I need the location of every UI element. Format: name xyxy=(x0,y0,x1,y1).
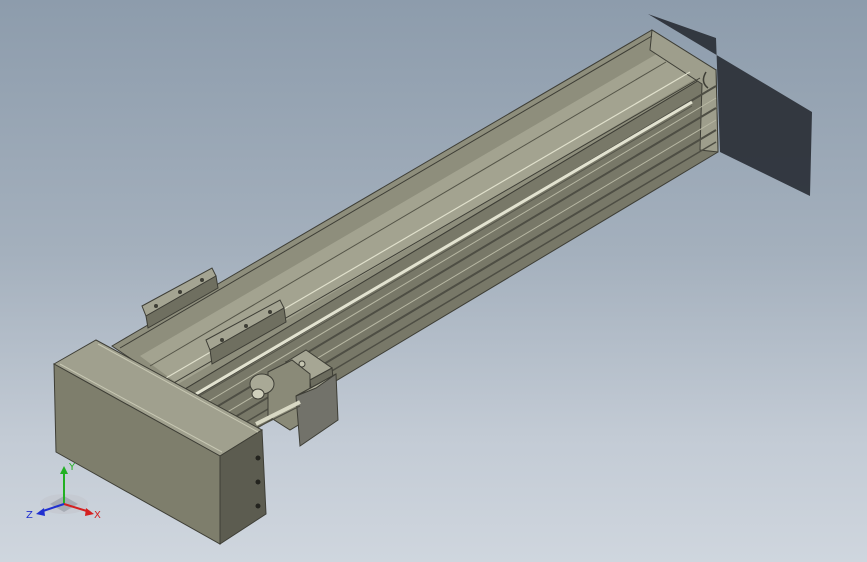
bracket-bolt-hole xyxy=(154,304,158,308)
y-axis-label: Y xyxy=(68,462,76,473)
linear-actuator-rail[interactable] xyxy=(111,29,719,449)
coupling-knob-center xyxy=(251,388,265,400)
z-axis-arrow-icon xyxy=(36,508,45,516)
x-axis-arrow-icon xyxy=(85,508,94,516)
model-scene[interactable] xyxy=(0,0,867,562)
x-axis-label: X xyxy=(94,510,101,521)
z-axis-label: Z xyxy=(26,510,33,521)
axis-triad: Y X Z xyxy=(26,462,101,521)
end-cap-hole xyxy=(255,455,261,461)
guide-rod xyxy=(195,100,693,396)
y-axis-arrow-icon xyxy=(60,466,68,474)
bracket-bolt-hole xyxy=(200,278,204,282)
bracket-bolt-hole xyxy=(268,310,272,314)
guide-rod xyxy=(195,105,693,399)
end-cap-hole xyxy=(255,503,261,509)
bracket-bolt-hole xyxy=(178,290,182,294)
bracket-bolt-hole xyxy=(244,324,248,328)
cad-viewport[interactable]: Y X Z xyxy=(0,0,867,562)
end-cap-hole xyxy=(255,479,261,485)
bracket-bolt-hole xyxy=(220,338,224,342)
